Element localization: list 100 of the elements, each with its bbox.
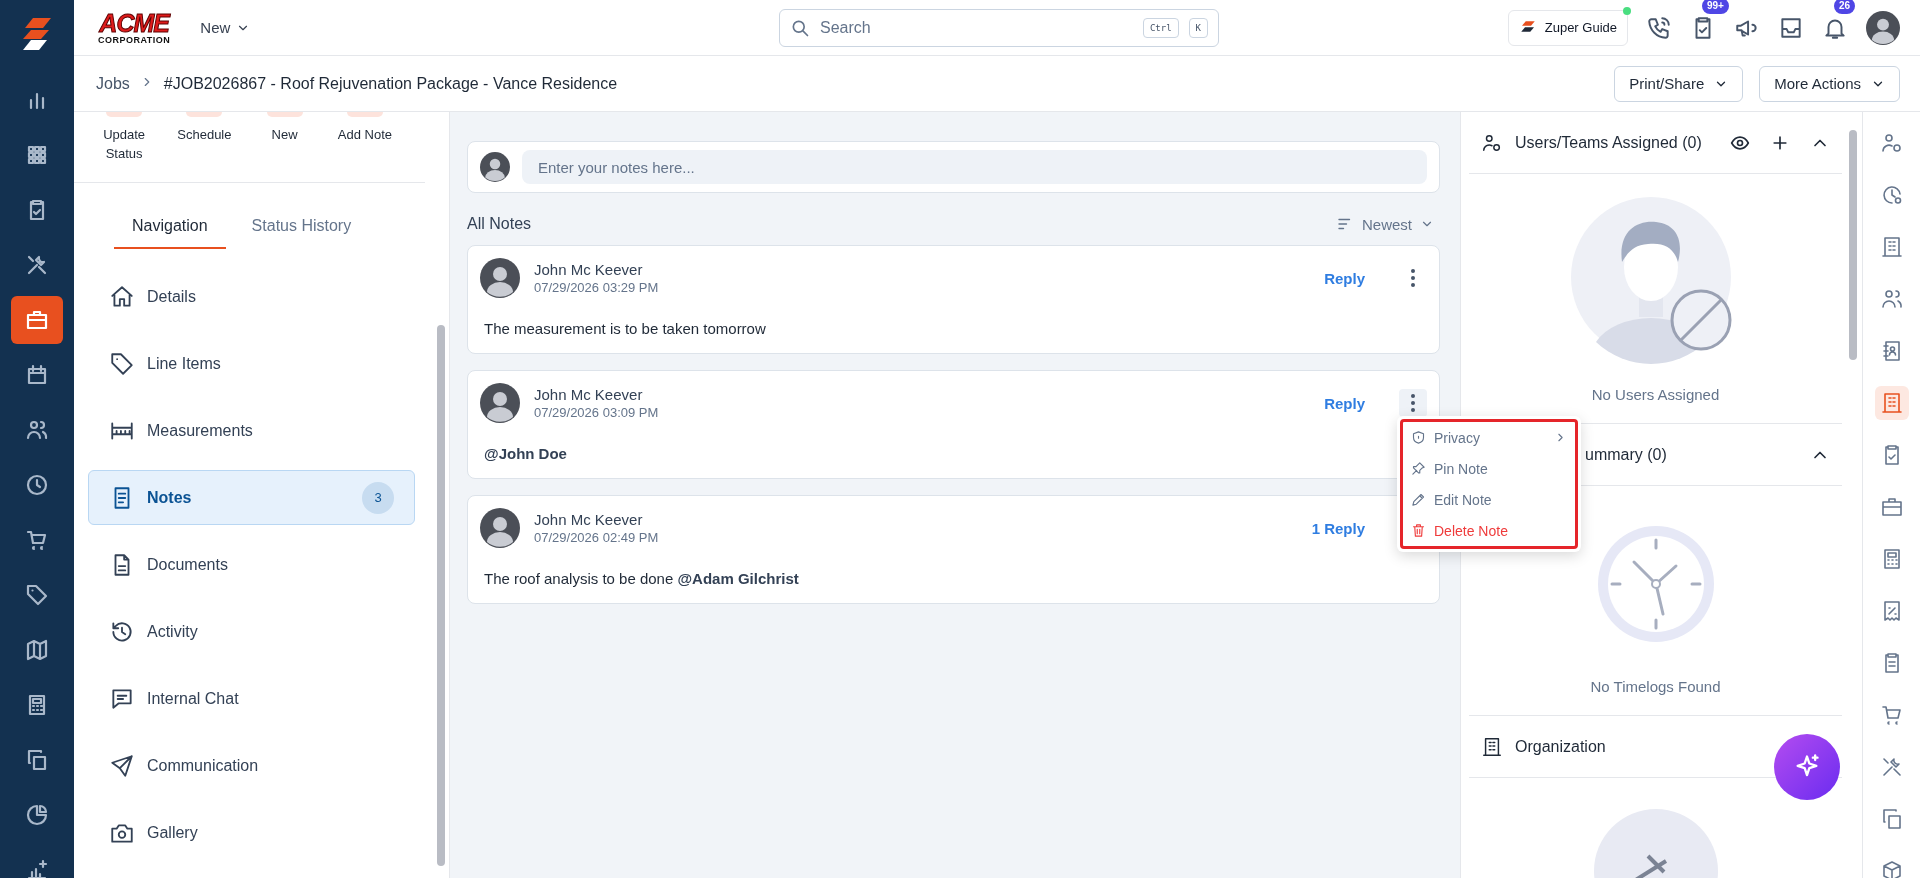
building-icon[interactable]	[1874, 386, 1909, 420]
action-button[interactable]: More Actions	[1759, 65, 1900, 102]
quick-action[interactable]: Schedule	[177, 125, 232, 144]
tab[interactable]: Navigation	[114, 207, 226, 249]
company-logo-tagline: CORPORATION	[98, 35, 171, 45]
tag-icon	[109, 350, 135, 377]
note-timestamp: 07/29/2026 03:29 PM	[534, 280, 660, 295]
nav-label: Internal Chat	[147, 689, 240, 708]
more-icon	[1411, 269, 1415, 287]
count-badge: 3	[362, 481, 394, 514]
page-title: #JOB2026867 - Roof Rejuvenation Package - Vance Residence	[163, 74, 619, 93]
nav-label: Gallery	[147, 823, 199, 842]
quick-action[interactable]: Add Note	[337, 125, 392, 144]
more-button[interactable]	[1399, 389, 1427, 417]
section-title: Users/Teams Assigned (0)	[1515, 133, 1703, 152]
briefcase-icon	[1879, 495, 1904, 519]
nav-item[interactable]: Measurements	[88, 403, 415, 458]
empty-state-text: No Timelogs Found	[1590, 678, 1721, 695]
breadcrumb-link[interactable]: Jobs	[96, 74, 130, 93]
count-badge: 26	[1834, 0, 1856, 14]
reply-link[interactable]: Reply	[1318, 393, 1371, 413]
note-timestamp: 07/29/2026 03:09 PM	[534, 405, 660, 420]
menu-item[interactable]: Delete Note	[1403, 515, 1575, 546]
avatar	[480, 508, 520, 548]
note-author: John Mc Keever	[534, 386, 644, 403]
tools-icon	[25, 253, 49, 277]
nav-item[interactable]: Notes 3	[88, 470, 415, 525]
pencil-icon	[1411, 492, 1426, 507]
action-button[interactable]: Print/Share	[1614, 65, 1744, 102]
building-icon	[1879, 235, 1904, 259]
sort-dropdown[interactable]: Newest	[1329, 215, 1440, 233]
reply-link[interactable]: Reply	[1318, 268, 1371, 288]
nav-item[interactable]: Internal Chat	[88, 671, 415, 726]
avatar	[480, 383, 520, 423]
shield-icon	[1411, 430, 1426, 445]
more-icon	[1411, 394, 1415, 412]
menu-item[interactable]: Privacy	[1403, 422, 1575, 453]
guide-button[interactable]: Zuper Guide	[1507, 9, 1628, 46]
building-icon	[1481, 735, 1503, 758]
company-logo-name: ACME	[99, 10, 169, 36]
nav-label: Notes	[147, 488, 193, 507]
chart-icon	[25, 858, 49, 878]
note-text: @John Doe	[484, 445, 568, 462]
nav-item[interactable]: Line Items	[88, 336, 415, 391]
note-author: John Mc Keever	[534, 511, 644, 528]
scrollbar[interactable]	[1849, 130, 1857, 360]
keyboard-key: K	[1188, 17, 1208, 38]
copy-icon	[25, 748, 49, 772]
note-author: John Mc Keever	[534, 261, 644, 278]
avatar	[1866, 10, 1900, 45]
users-icon	[25, 418, 49, 442]
avatar	[480, 152, 510, 182]
building-icon	[1879, 391, 1904, 415]
user-pin-icon	[1879, 131, 1904, 155]
quick-action[interactable]: New	[271, 125, 298, 144]
note-timestamp: 07/29/2026 02:49 PM	[534, 530, 660, 545]
nav-item[interactable]: Documents	[88, 537, 415, 592]
nav-label: Communication	[147, 756, 260, 775]
cart-icon	[25, 528, 49, 552]
briefcase-icon	[25, 308, 49, 332]
note-text: The measurement is to be taken tomorrow	[484, 320, 767, 337]
section-title: Organization	[1515, 737, 1607, 756]
clock-icon	[25, 473, 49, 497]
scrollbar[interactable]	[437, 325, 445, 866]
note-input-field[interactable]: Enter your notes here...	[522, 150, 1427, 184]
home-icon	[109, 283, 135, 310]
nav-label: Measurements	[147, 421, 254, 440]
pie-chart-icon	[25, 803, 49, 827]
users-icon	[1879, 287, 1904, 311]
note-text: The roof analysis to be done @Adam Gilchrist	[484, 570, 800, 587]
section-heading: All Notes	[467, 215, 532, 233]
nav-label: Activity	[147, 622, 199, 641]
nav-item[interactable]: Details	[88, 269, 415, 324]
section-title: ummary (0)	[1584, 445, 1668, 464]
tag-icon	[25, 583, 49, 607]
menu-item[interactable]: Pin Note	[1403, 453, 1575, 484]
status-dot	[1623, 6, 1631, 15]
cart-icon	[1879, 703, 1904, 727]
sidebar-item[interactable]	[11, 296, 63, 344]
pin-icon	[1411, 461, 1426, 476]
send-icon	[109, 752, 135, 779]
new-menu[interactable]: New	[196, 15, 255, 40]
menu-item[interactable]: Edit Note	[1403, 484, 1575, 515]
map-icon	[25, 638, 49, 662]
nav-label: Line Items	[147, 354, 222, 373]
empty-state-text: No Users Assigned	[1591, 386, 1720, 403]
search-field[interactable]: Search Ctrl K	[779, 8, 1219, 47]
quick-action[interactable]: Update Status	[84, 125, 165, 163]
reply-link[interactable]: 1 Reply	[1305, 518, 1371, 538]
nav-item[interactable]: Communication	[88, 738, 415, 793]
phone-icon[interactable]	[1646, 14, 1672, 41]
search-placeholder: Search	[820, 18, 872, 37]
nav-item[interactable]: Activity	[88, 604, 415, 659]
tab[interactable]: Status History	[233, 207, 370, 249]
count-badge: 99+	[1702, 0, 1729, 14]
avatar	[480, 258, 520, 298]
nav-item[interactable]: Gallery	[88, 805, 415, 860]
grid-icon	[25, 143, 49, 167]
nav-label: Documents	[147, 555, 229, 574]
keyboard-key: Ctrl	[1142, 17, 1179, 38]
